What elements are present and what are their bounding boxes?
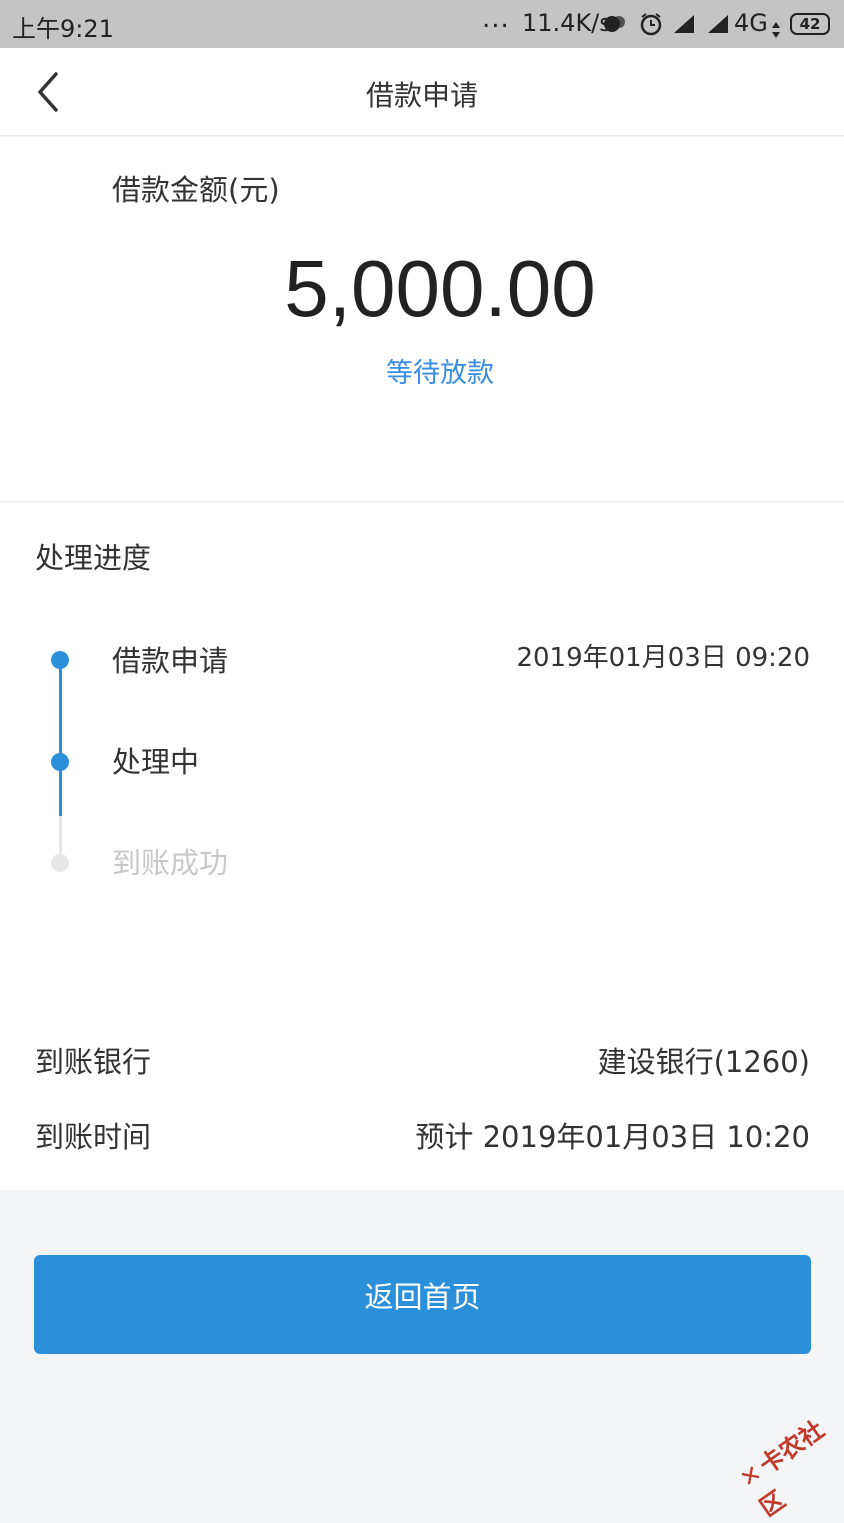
step-dot-processing bbox=[51, 753, 69, 771]
step-label-applied: 借款申请 bbox=[112, 644, 229, 678]
back-to-home-button[interactable]: 返回首页 bbox=[34, 1255, 811, 1354]
network-type: 4G bbox=[734, 9, 768, 37]
status-bar: 上午9:21 ... 11.4K/s 4G 42 bbox=[0, 0, 844, 48]
page-title: 借款申请 bbox=[365, 79, 478, 112]
progress-title: 处理进度 bbox=[35, 541, 152, 575]
bank-value: 建设银行(1260) bbox=[597, 1045, 810, 1079]
more-dots-icon: ... bbox=[482, 4, 510, 34]
loan-amount-value: 5,000.00 bbox=[284, 244, 596, 333]
nav-bar: 借款申请 bbox=[0, 48, 844, 136]
step-time-applied: 2019年01月03日 09:20 bbox=[516, 643, 810, 673]
step-dot-received bbox=[51, 854, 69, 872]
status-time: 上午9:21 bbox=[12, 15, 114, 43]
step-dot-applied bbox=[51, 651, 69, 669]
signal-icon bbox=[672, 13, 696, 41]
step-label-processing: 处理中 bbox=[112, 745, 200, 779]
arrival-time-value: 预计 2019年01月03日 10:20 bbox=[415, 1120, 810, 1154]
arrival-time-label: 到账时间 bbox=[35, 1120, 152, 1154]
progress-card: 处理进度 借款申请 2019年01月03日 09:20 处理中 到账成功 到账银… bbox=[0, 503, 844, 1190]
watermark: ✕卡农社区 bbox=[731, 1407, 844, 1523]
loan-status: 等待放款 bbox=[386, 358, 494, 389]
alarm-icon bbox=[638, 11, 664, 43]
step-label-received: 到账成功 bbox=[112, 846, 229, 880]
loan-amount-label: 借款金额(元) bbox=[112, 173, 280, 207]
loan-amount-card: 借款金额(元) 5,000.00 等待放款 bbox=[0, 137, 844, 502]
signal-4g-icon bbox=[706, 13, 730, 41]
network-speed: 11.4K/s bbox=[522, 9, 612, 37]
bank-label: 到账银行 bbox=[35, 1045, 152, 1079]
watermark-text: 卡农社区 bbox=[754, 1415, 830, 1523]
timeline-line-done bbox=[59, 660, 62, 816]
data-saver-icon bbox=[603, 13, 627, 41]
data-arrows-icon bbox=[771, 17, 781, 45]
battery-icon: 42 bbox=[790, 13, 830, 35]
